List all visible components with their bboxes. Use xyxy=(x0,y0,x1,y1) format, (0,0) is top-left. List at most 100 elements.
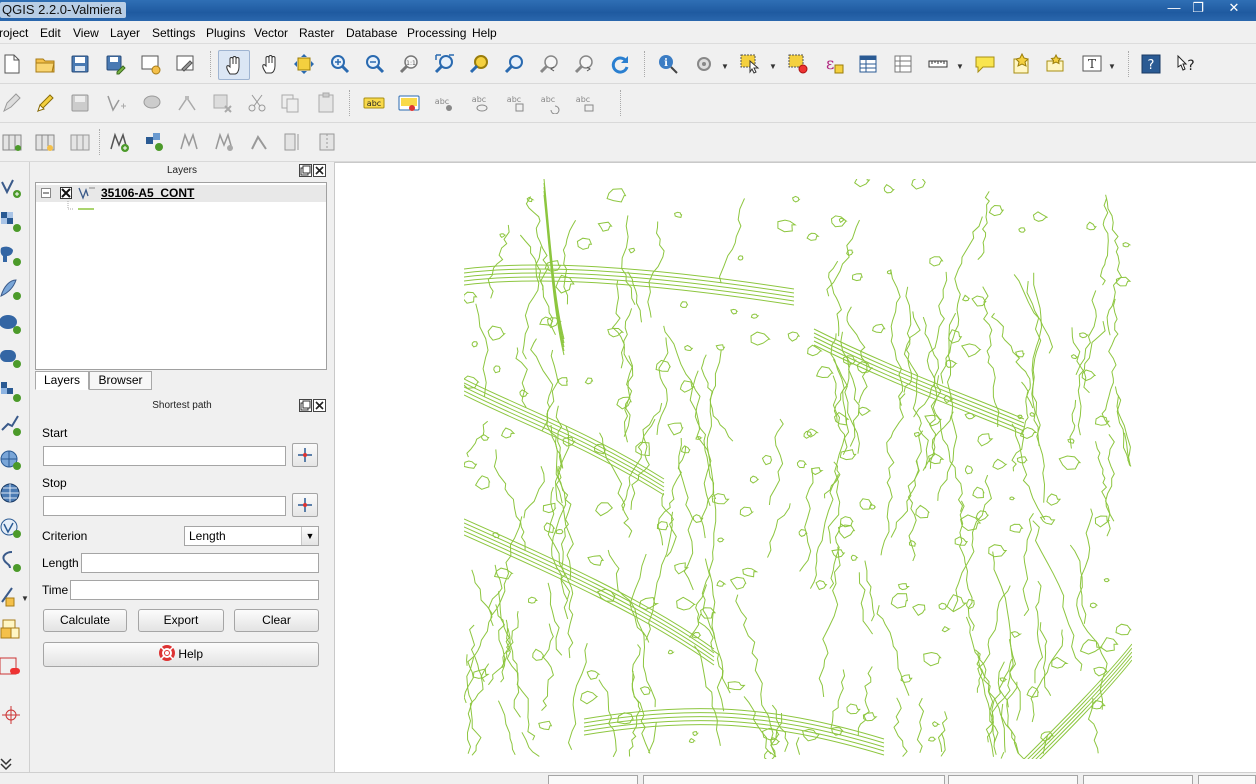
help-button[interactable]: Help xyxy=(43,642,319,667)
layer-tree[interactable]: 35106-A5_CONT xyxy=(35,182,327,370)
tab-layers[interactable]: Layers xyxy=(35,371,89,390)
measure-dropdown-arrow[interactable]: ▼ xyxy=(956,62,964,71)
add-spatialite-layer-icon[interactable] xyxy=(0,278,24,302)
statistics-icon[interactable] xyxy=(891,52,915,76)
zoom-to-layer-icon[interactable] xyxy=(503,52,527,76)
cut-features-icon[interactable] xyxy=(245,91,269,115)
menu-layer[interactable]: Layer xyxy=(110,26,140,40)
select-dropdown-arrow[interactable]: ▼ xyxy=(769,62,777,71)
identify-icon[interactable]: i xyxy=(656,52,680,76)
calculate-button[interactable]: Calculate xyxy=(43,609,127,632)
add-wcs-layer-icon[interactable] xyxy=(0,414,24,438)
label-settings-icon[interactable]: abc xyxy=(362,91,386,115)
close-button[interactable]: ✕ xyxy=(1220,0,1248,18)
add-postgis-layer-icon[interactable] xyxy=(0,244,24,268)
float-panel-icon[interactable] xyxy=(299,399,312,412)
new-print-composer-icon[interactable] xyxy=(138,52,162,76)
grid-edit-icon[interactable] xyxy=(33,130,57,154)
save-as-icon[interactable] xyxy=(103,52,127,76)
copy-features-icon[interactable] xyxy=(278,91,302,115)
contour-map[interactable] xyxy=(464,179,1132,759)
expression-select-icon[interactable]: ε xyxy=(822,52,846,76)
visibility-checkbox-icon[interactable] xyxy=(60,187,72,199)
grid-icon[interactable] xyxy=(68,130,92,154)
action-dropdown-arrow[interactable]: ▼ xyxy=(721,62,729,71)
menu-view[interactable]: View xyxy=(73,26,99,40)
add-wms-layer-icon[interactable] xyxy=(0,380,24,404)
collapse-icon[interactable] xyxy=(41,188,51,198)
criterion-select[interactable]: Length ▼ xyxy=(184,526,319,546)
menu-processing[interactable]: Processing xyxy=(407,26,466,40)
float-panel-icon[interactable] xyxy=(299,164,312,177)
move-label-icon[interactable]: abc xyxy=(503,91,527,115)
action-icon[interactable] xyxy=(692,52,716,76)
toolbar-expand-icon[interactable] xyxy=(0,752,24,771)
touch-pan-icon[interactable] xyxy=(218,50,250,80)
whats-this-icon[interactable]: ? xyxy=(1174,52,1198,76)
maximize-button[interactable]: ❐ xyxy=(1184,0,1212,18)
new-layer-dropdown-arrow[interactable]: ▼ xyxy=(21,594,29,603)
zoom-last-icon[interactable] xyxy=(538,52,562,76)
zoom-native-icon[interactable]: 1:1 xyxy=(398,52,422,76)
new-bookmark-icon[interactable] xyxy=(1009,52,1033,76)
pan-icon[interactable] xyxy=(258,52,282,76)
pick-stop-point-button[interactable] xyxy=(292,493,318,517)
select-icon[interactable] xyxy=(738,52,762,76)
menu-raster[interactable]: Raster xyxy=(299,26,334,40)
add-wfs-layer-icon[interactable] xyxy=(0,448,24,472)
deselect-icon[interactable] xyxy=(786,52,810,76)
menu-edit[interactable]: Edit xyxy=(40,26,61,40)
close-panel-icon[interactable] xyxy=(313,399,326,412)
zoom-in-icon[interactable] xyxy=(328,52,352,76)
measure-icon[interactable] xyxy=(926,52,950,76)
add-delimited-text-layer-icon[interactable] xyxy=(0,516,24,540)
map-tips-icon[interactable] xyxy=(973,52,997,76)
show-bookmarks-icon[interactable] xyxy=(1043,52,1067,76)
start-field[interactable] xyxy=(43,446,286,466)
add-wfs-globe-icon[interactable] xyxy=(0,482,24,506)
menu-database[interactable]: Database xyxy=(346,26,397,40)
pin-labels-icon[interactable]: abc xyxy=(432,91,456,115)
close-panel-icon[interactable] xyxy=(313,164,326,177)
menu-help[interactable]: Help xyxy=(472,26,497,40)
open-project-icon[interactable] xyxy=(33,52,57,76)
clear-button[interactable]: Clear xyxy=(234,609,319,632)
delete-selected-icon[interactable] xyxy=(210,91,234,115)
add-part-icon[interactable] xyxy=(142,130,166,154)
zoom-next-icon[interactable] xyxy=(573,52,597,76)
fill-ring-icon[interactable] xyxy=(177,130,201,154)
add-vector-layer-icon[interactable] xyxy=(0,176,24,200)
rotate-label-icon[interactable]: abc xyxy=(537,91,561,115)
export-button[interactable]: Export xyxy=(138,609,224,632)
map-canvas[interactable] xyxy=(334,162,1256,772)
menu-plugins[interactable]: Plugins xyxy=(206,26,245,40)
save-edits-icon[interactable] xyxy=(68,91,92,115)
layer-name[interactable]: 35106-A5_CONT xyxy=(101,186,194,200)
move-feature-icon[interactable] xyxy=(140,91,164,115)
chevron-down-icon[interactable]: ▼ xyxy=(301,527,318,545)
new-shapefile-layer-icon[interactable] xyxy=(0,550,24,574)
add-raster-layer-icon[interactable] xyxy=(0,210,24,234)
reshape-icon[interactable] xyxy=(247,130,271,154)
zoom-to-selection-icon[interactable] xyxy=(468,52,492,76)
zoom-full-icon[interactable] xyxy=(433,52,457,76)
current-edits-icon[interactable] xyxy=(0,91,24,115)
add-vector-grid-icon[interactable] xyxy=(0,130,24,154)
layer-row[interactable]: 35106-A5_CONT xyxy=(36,185,326,202)
paste-features-icon[interactable] xyxy=(314,91,338,115)
composer-manager-icon[interactable] xyxy=(173,52,197,76)
node-tool-icon[interactable] xyxy=(175,91,199,115)
delete-ring-icon[interactable] xyxy=(212,130,236,154)
crosshair-icon[interactable] xyxy=(0,702,24,726)
add-feature-icon[interactable] xyxy=(104,91,128,115)
add-ring-icon[interactable] xyxy=(107,130,131,154)
add-oracle-layer-icon[interactable] xyxy=(0,346,24,370)
stop-field[interactable] xyxy=(43,496,286,516)
attribute-table-icon[interactable] xyxy=(856,52,880,76)
split-parts-icon[interactable] xyxy=(316,130,340,154)
length-field[interactable] xyxy=(81,553,319,573)
refresh-icon[interactable] xyxy=(608,52,632,76)
menu-project[interactable]: roject xyxy=(0,26,28,40)
pan-to-selection-icon[interactable] xyxy=(292,52,316,76)
menu-vector[interactable]: Vector xyxy=(254,26,288,40)
